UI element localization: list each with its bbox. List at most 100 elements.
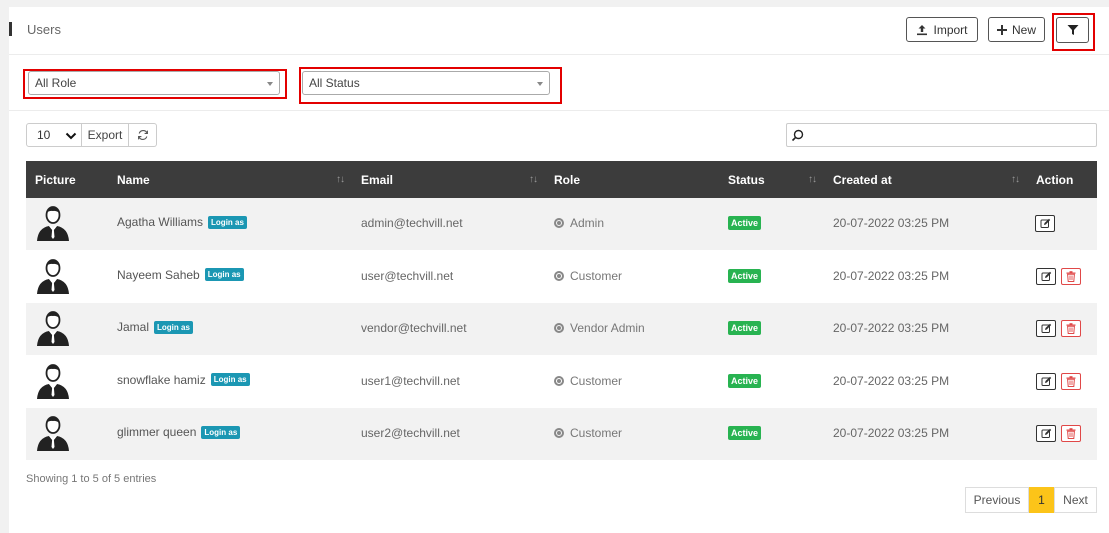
edit-button[interactable]	[1035, 215, 1055, 232]
login-as-badge[interactable]: Login as	[201, 425, 241, 439]
user-role-cell: Vendor Admin	[554, 321, 645, 335]
status-filter-highlight	[299, 67, 562, 104]
created-at: 20-07-2022 03:25 PM	[833, 268, 950, 283]
page-title: Users	[27, 22, 61, 37]
delete-button[interactable]	[1061, 320, 1081, 337]
login-as-badge[interactable]: Login as	[204, 268, 244, 281]
page-length-value: 10	[37, 128, 51, 142]
table-info: Showing 1 to 5 of 5 entries	[26, 473, 157, 485]
import-label: Import	[933, 22, 968, 37]
role-ring-icon	[554, 270, 564, 281]
edit-icon	[1041, 428, 1051, 438]
user-role-cell: Customer	[554, 269, 622, 283]
column-role[interactable]: Role	[554, 173, 580, 187]
sort-icon[interactable]: ↑↓	[1011, 174, 1020, 185]
role-ring-icon	[554, 428, 564, 438]
refresh-button[interactable]	[129, 123, 157, 147]
trash-icon	[1066, 375, 1076, 387]
role-filter-highlight	[23, 69, 287, 99]
created-at: 20-07-2022 03:25 PM	[833, 373, 950, 388]
user-role: Vendor Admin	[570, 321, 645, 335]
column-action: Action	[1036, 173, 1074, 187]
trash-icon	[1066, 428, 1076, 439]
user-role: Customer	[570, 268, 623, 283]
edit-icon	[1041, 376, 1051, 386]
delete-button[interactable]	[1061, 267, 1081, 285]
user-role-cell: Admin	[554, 216, 604, 230]
status-badge: Active	[728, 268, 762, 283]
column-email[interactable]: Email	[361, 173, 393, 187]
chevron-down-icon	[65, 132, 77, 140]
new-button[interactable]: New	[988, 17, 1045, 42]
login-as-badge[interactable]: Login as	[154, 320, 193, 334]
column-status[interactable]: Status	[728, 173, 765, 187]
sort-icon[interactable]: ↑↓	[808, 174, 817, 185]
login-as-badge[interactable]: Login as	[210, 373, 250, 386]
table-row: Nayeem Saheb Login as user@techvill.net Cus…	[26, 251, 1097, 303]
edit-button[interactable]	[1036, 425, 1056, 442]
search-input[interactable]	[808, 128, 1096, 142]
edit-icon	[1041, 271, 1051, 281]
edit-button[interactable]	[1036, 267, 1056, 285]
user-name-cell: Nayeem Saheb Login as	[117, 268, 244, 282]
user-name-cell: Jamal Login as	[117, 320, 193, 334]
status-badge: Active	[728, 373, 762, 388]
created-at: 20-07-2022 03:25 PM	[833, 321, 950, 335]
user-email: vendor@techvill.net	[361, 321, 467, 335]
page-1-button[interactable]: 1	[1029, 487, 1054, 513]
avatar	[34, 362, 72, 400]
delete-button[interactable]	[1061, 372, 1081, 390]
user-name: glimmer queen	[117, 425, 197, 439]
avatar	[34, 257, 72, 295]
trash-icon	[1066, 270, 1076, 282]
header-divider	[9, 54, 1109, 55]
title-marker	[9, 22, 12, 36]
table-row: Jamal Login as vendor@techvill.net Vendor A…	[26, 303, 1097, 355]
avatar	[34, 309, 72, 347]
delete-button[interactable]	[1061, 425, 1081, 442]
login-as-badge[interactable]: Login as	[208, 215, 247, 229]
search-field[interactable]	[786, 123, 1097, 147]
filter-highlight	[1052, 13, 1095, 51]
role-ring-icon	[554, 218, 564, 228]
user-name: Nayeem Saheb	[117, 267, 200, 282]
trash-icon	[1066, 323, 1076, 334]
column-name[interactable]: Name	[117, 173, 150, 187]
avatar	[34, 414, 72, 452]
plus-icon	[996, 24, 1007, 35]
avatar	[34, 204, 72, 242]
user-role: Customer	[570, 373, 623, 388]
edit-icon	[1040, 218, 1050, 228]
status-badge: Active	[728, 426, 762, 440]
upload-icon	[917, 24, 928, 35]
new-label: New	[1011, 22, 1036, 37]
edit-button[interactable]	[1036, 372, 1056, 390]
user-name: Jamal	[117, 320, 150, 334]
filter-divider	[9, 110, 1109, 111]
role-ring-icon	[554, 375, 564, 386]
refresh-icon	[137, 130, 148, 140]
status-badge: Active	[728, 216, 762, 230]
column-picture[interactable]: Picture	[35, 173, 76, 187]
user-role: Admin	[570, 216, 605, 230]
page-length-select[interactable]: 10	[26, 123, 82, 147]
next-page-button[interactable]: Next	[1054, 487, 1097, 513]
sort-icon[interactable]: ↑↓	[336, 174, 345, 185]
edit-button[interactable]	[1036, 320, 1056, 337]
import-button[interactable]: Import	[906, 17, 978, 42]
table-row: Agatha Williams Login as admin@techvill.ne…	[26, 198, 1097, 250]
user-email: user2@techvill.net	[361, 426, 460, 440]
search-icon	[791, 129, 804, 141]
export-button[interactable]: Export	[82, 123, 129, 147]
user-name-cell: snowflake hamiz Login as	[117, 373, 250, 387]
user-role-cell: Customer	[554, 426, 622, 440]
role-ring-icon	[554, 323, 564, 333]
user-name: snowflake hamiz	[117, 372, 206, 387]
created-at: 20-07-2022 03:25 PM	[833, 216, 950, 230]
sort-icon[interactable]: ↑↓	[529, 174, 538, 185]
column-created-at[interactable]: Created at	[833, 173, 892, 187]
edit-icon	[1041, 323, 1051, 333]
previous-page-button[interactable]: Previous	[965, 487, 1029, 513]
status-badge: Active	[728, 321, 762, 335]
table-header: Picture Name ↑↓ Email ↑↓ Role Status ↑↓ …	[26, 161, 1097, 198]
